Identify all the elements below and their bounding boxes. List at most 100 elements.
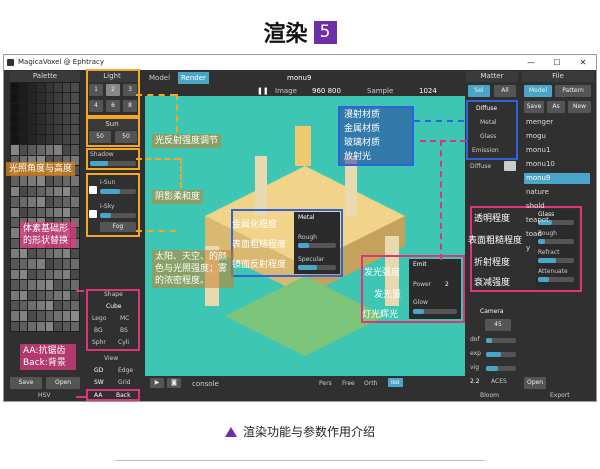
palette-swatch[interactable] — [54, 259, 62, 269]
palette-swatch[interactable] — [54, 124, 62, 134]
palette-swatch[interactable] — [19, 321, 28, 331]
file-new-button[interactable]: New — [568, 101, 591, 113]
palette-swatch[interactable] — [54, 269, 62, 280]
palette-swatch[interactable] — [36, 124, 45, 134]
palette-swatch[interactable] — [71, 134, 79, 145]
palette-swatch[interactable] — [45, 269, 54, 280]
close-button[interactable]: ✕ — [570, 55, 596, 70]
palette-swatch[interactable] — [28, 300, 36, 311]
tab-render[interactable]: Render — [178, 72, 209, 84]
palette-swatch[interactable] — [71, 249, 79, 259]
file-list-item[interactable]: mogu — [524, 131, 590, 142]
minimize-button[interactable]: — — [518, 55, 544, 70]
palette-swatch[interactable] — [28, 186, 36, 197]
palette-swatch[interactable] — [28, 145, 36, 155]
palette-swatch[interactable] — [54, 93, 62, 103]
palette-swatch[interactable] — [28, 269, 36, 280]
palette-swatch[interactable] — [36, 321, 45, 331]
tab-file-model[interactable]: Model — [524, 85, 552, 97]
palette-swatch[interactable] — [45, 124, 54, 134]
palette-swatch[interactable] — [36, 197, 45, 207]
palette-swatch[interactable] — [11, 176, 19, 186]
view-edge[interactable]: Edge — [118, 367, 133, 374]
file-list-item[interactable]: y — [524, 243, 590, 254]
palette-swatch[interactable] — [45, 280, 54, 290]
palette-swatch[interactable] — [28, 259, 36, 269]
palette-swatch[interactable] — [54, 249, 62, 259]
palette-swatch[interactable] — [54, 83, 62, 93]
palette-swatch[interactable] — [19, 300, 28, 311]
view-grid[interactable]: Grid — [118, 379, 131, 386]
palette-swatch[interactable] — [11, 93, 19, 103]
palette-swatch[interactable] — [11, 249, 19, 259]
palette-swatch[interactable] — [62, 197, 71, 207]
palette-swatch[interactable] — [71, 207, 79, 217]
file-open-button[interactable]: Open — [524, 377, 546, 389]
palette-swatch[interactable] — [19, 290, 28, 300]
palette-swatch[interactable] — [28, 114, 36, 124]
palette-swatch[interactable] — [28, 176, 36, 186]
palette-swatch[interactable] — [11, 114, 19, 124]
hsv-label[interactable]: HSV — [38, 392, 50, 399]
palette-swatch[interactable] — [19, 311, 28, 321]
palette-swatch[interactable] — [54, 114, 62, 124]
palette-swatch[interactable] — [54, 176, 62, 186]
palette-swatch[interactable] — [45, 300, 54, 311]
palette-swatch[interactable] — [62, 186, 71, 197]
palette-swatch[interactable] — [62, 311, 71, 321]
palette-swatch[interactable] — [71, 280, 79, 290]
palette-swatch[interactable] — [62, 290, 71, 300]
palette-swatch[interactable] — [19, 103, 28, 114]
palette-swatch[interactable] — [19, 207, 28, 217]
palette-swatch[interactable] — [45, 114, 54, 124]
view-gd[interactable]: GD — [94, 367, 103, 374]
palette-swatch[interactable] — [28, 197, 36, 207]
palette-swatch[interactable] — [19, 134, 28, 145]
palette-swatch[interactable] — [11, 311, 19, 321]
palette-swatch[interactable] — [45, 197, 54, 207]
palette-swatch[interactable] — [28, 103, 36, 114]
camera-snapshot-icon[interactable]: ◙ — [167, 378, 181, 388]
palette-swatch[interactable] — [71, 93, 79, 103]
file-list-item[interactable]: nature — [524, 187, 590, 198]
palette-swatch[interactable] — [54, 300, 62, 311]
matter-all-tab[interactable]: All — [494, 85, 516, 97]
palette-swatch[interactable] — [19, 186, 28, 197]
palette-swatch[interactable] — [11, 217, 19, 228]
emit-power-value[interactable]: 2 — [445, 281, 449, 288]
palette-swatch[interactable] — [62, 103, 71, 114]
palette-swatch[interactable] — [54, 321, 62, 331]
play-icon[interactable]: ▶ — [150, 378, 164, 388]
palette-swatch[interactable] — [54, 207, 62, 217]
palette-swatch[interactable] — [11, 228, 19, 238]
glass-attenuate-slider[interactable] — [538, 277, 574, 282]
palette-swatch[interactable] — [62, 134, 71, 145]
palette-swatch[interactable] — [54, 197, 62, 207]
palette-swatch[interactable] — [54, 290, 62, 300]
palette-swatch[interactable] — [28, 207, 36, 217]
palette-swatch[interactable] — [71, 197, 79, 207]
palette-swatch[interactable] — [19, 269, 28, 280]
palette-swatch[interactable] — [54, 103, 62, 114]
palette-swatch[interactable] — [36, 145, 45, 155]
palette-swatch[interactable] — [45, 259, 54, 269]
emit-glow-slider[interactable] — [413, 309, 457, 314]
tab-file-pattern[interactable]: Pattern — [555, 85, 591, 97]
palette-swatch[interactable] — [28, 249, 36, 259]
palette-swatch[interactable] — [11, 124, 19, 134]
palette-swatch[interactable] — [71, 321, 79, 331]
file-list-item[interactable]: shold — [524, 201, 590, 212]
palette-swatch[interactable] — [45, 103, 54, 114]
file-as-button[interactable]: As — [547, 101, 565, 113]
glass-refract-slider[interactable] — [538, 258, 574, 263]
palette-swatch[interactable] — [11, 300, 19, 311]
palette-swatch[interactable] — [28, 280, 36, 290]
palette-swatch[interactable] — [62, 259, 71, 269]
palette-swatch[interactable] — [54, 145, 62, 155]
palette-swatch[interactable] — [71, 300, 79, 311]
palette-swatch[interactable] — [19, 114, 28, 124]
palette-swatch[interactable] — [11, 83, 19, 93]
palette-swatch[interactable] — [19, 259, 28, 269]
aces-toggle[interactable]: ACES — [491, 378, 507, 385]
vig-slider[interactable] — [486, 366, 516, 371]
